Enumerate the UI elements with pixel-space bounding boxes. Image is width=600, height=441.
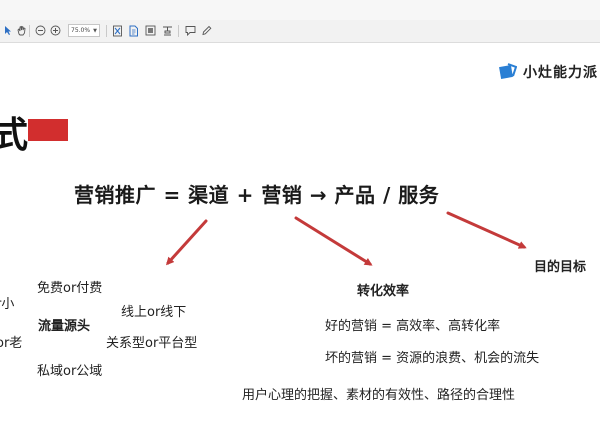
good-marketing: 好的营销 = 高效率、高转化率 [325,319,501,334]
arrow-layer [165,211,527,266]
arrow-to-conversion [294,216,373,266]
window-top-strip [0,0,600,20]
conversion-title: 转化效率 [357,284,410,299]
export-icon[interactable] [144,23,156,38]
zoom-in-icon[interactable] [49,23,61,38]
hand-icon[interactable] [15,23,27,38]
page-icon[interactable] [127,23,139,38]
channel-traffic-source: 流量源头 [38,319,91,334]
arrow-to-goal [446,211,527,249]
comment-icon[interactable] [184,23,196,38]
channel-online-offline: 线上or线下 [121,305,187,320]
slide-canvas: 小灶能力派 式 营销推广 = 渠道 + 营销 → 产品 / 服务 r小 or老 … [0,43,600,441]
arrow-to-channel [165,219,208,266]
channel-paid-free: 免费or付费 [37,281,103,296]
zoom-out-icon[interactable] [34,23,46,38]
channel-relation-platform: 关系型or平台型 [106,336,198,351]
chevron-down-icon: ▼ [93,27,97,34]
stamp-icon[interactable] [161,23,173,38]
zoom-select[interactable]: 75.0% ▼ [68,24,100,37]
goal-title: 目的目标 [534,260,587,275]
left-cut-text-2: or老 [0,336,23,351]
pen-icon[interactable] [200,23,212,38]
channel-private-public: 私域or公域 [37,364,103,379]
zoom-value: 75.0% [71,27,91,34]
pointer-icon[interactable] [3,23,13,38]
fit-page-icon[interactable] [111,23,123,38]
conversion-footer: 用户心理的把握、素材的有效性、路径的合理性 [242,388,516,403]
viewer-toolbar: 75.0% ▼ [0,20,600,43]
left-cut-text-1: r小 [0,297,15,312]
bad-marketing: 坏的营销 = 资源的浪费、机会的流失 [325,351,540,366]
